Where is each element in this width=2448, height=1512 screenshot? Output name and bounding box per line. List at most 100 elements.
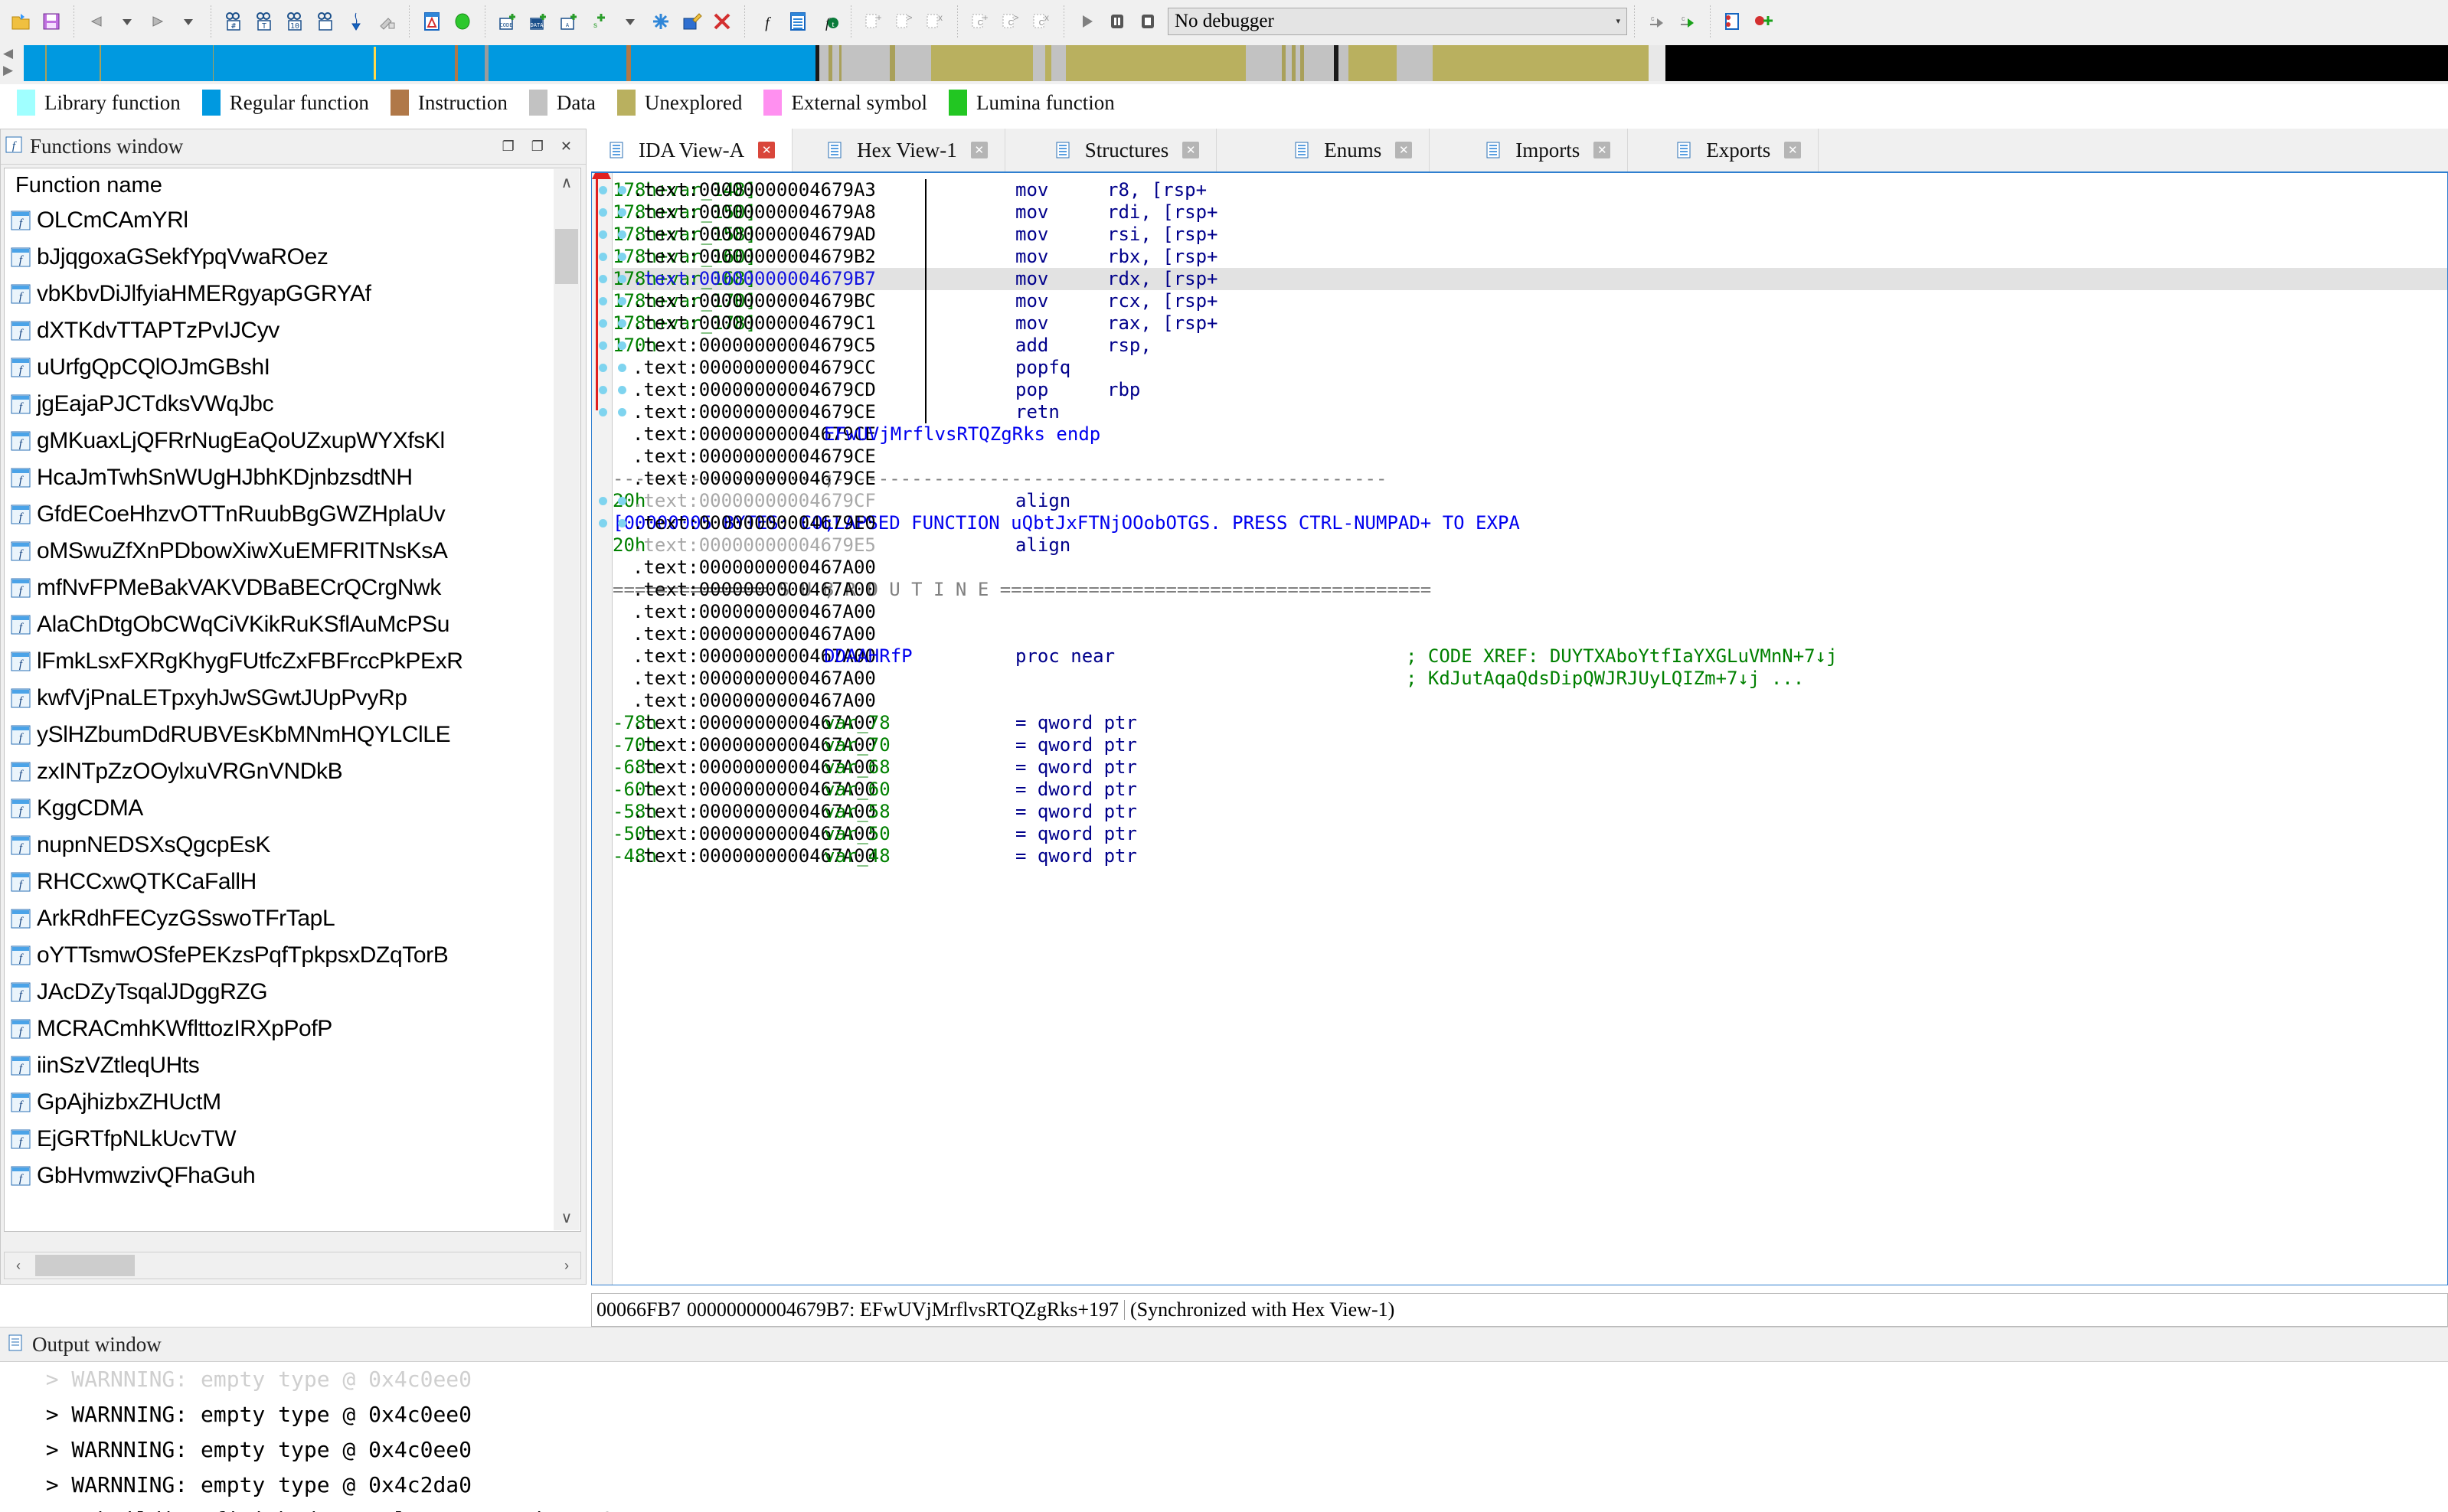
navband-strip[interactable] [21,45,2448,81]
make-struct-icon[interactable]: s [584,6,615,37]
list-item[interactable]: f EjGRTfpNLkUcvTW [5,1121,580,1158]
jump-down-icon[interactable] [341,6,371,37]
scroll-left-icon[interactable]: ‹ [5,1258,32,1274]
delete-icon[interactable] [707,6,737,37]
make-code-icon[interactable]: CODE [492,6,523,37]
output-window-body[interactable]: > WARNNING: empty type @ 0x4c0ee0 > WARN… [0,1362,2448,1512]
add-trace-icon[interactable]: c + [965,6,995,37]
tab-imports[interactable]: Imports ✕ [1430,129,1629,171]
disassembly-line[interactable]: .text:00000000004679A8 mov rdi, [rsp+ 178h+… [613,201,2447,224]
tab-close-icon[interactable]: ✕ [970,142,988,158]
list-item[interactable]: f nupnNEDSXsQgcpEsK [5,827,580,864]
step-into-icon[interactable]: c [1672,6,1703,37]
list-item[interactable]: f gMKuaxLjQFRrNugEaQoUZxupWYXfsKl [5,423,580,459]
list-item[interactable]: f KggCDMA [5,790,580,827]
create-function-icon[interactable] [646,6,676,37]
back-dropdown-icon[interactable] [112,6,142,37]
disassembly-line[interactable]: .text:00000000004679CE EFwUVjMrflvsRTQZgR… [613,423,2447,446]
disassembly-line[interactable]: .text:00000000004679C5 add rsp, 170h [613,335,2447,357]
navigation-band[interactable]: ◀ ▶ [0,42,2448,84]
disassembly-line[interactable]: .text:00000000004679B7 mov rdx, [rsp+ 178h+… [613,268,2447,290]
disassembly-line[interactable]: .text:00000000004679CE [613,446,2447,468]
scroll-up-icon[interactable]: ∧ [554,169,580,195]
disassembly-line[interactable]: .text:00000000004679CC popfq [613,357,2447,379]
disassembly-line[interactable]: .text:0000000000467A00 var_58 = qword ptr … [613,801,2447,823]
restore-icon[interactable]: ❐ [502,139,515,155]
tab-hex-view-1[interactable]: Hex View-1 ✕ [793,129,1005,171]
flirt-icon[interactable]: ft [813,6,844,37]
functions-list-hscrollbar[interactable]: ‹ › [4,1252,581,1279]
forward-dropdown-icon[interactable] [173,6,204,37]
alert-icon[interactable] [417,6,447,37]
list-item[interactable]: f ArkRdhFECyzGSswoTFrTapL [5,900,580,937]
breakpoint-toggle-icon[interactable] [1748,6,1779,37]
pause-icon[interactable] [1102,6,1132,37]
disassembly-line[interactable]: .text:00000000004679C1 mov rax, [rsp+ 178h+… [613,312,2447,335]
run-to-icon[interactable]: > [889,6,920,37]
breakpoint-list-icon[interactable] [1718,6,1748,37]
list-item[interactable]: f lFmkLsxFXRgKhygFUtfcZxFBFrccPkPExR [5,643,580,680]
disassembly-line[interactable]: .text:00000000004679CD pop rbp [613,379,2447,401]
del-trace-icon[interactable]: cx [1026,6,1057,37]
disassembly-line[interactable]: .text:0000000000467A00 var_68 = qword ptr … [613,756,2447,779]
tab-close-icon[interactable]: ✕ [1593,142,1611,158]
open-file-icon[interactable] [5,6,36,37]
close-icon[interactable]: ✕ [561,139,572,155]
maximize-icon[interactable]: ❐ [531,139,544,155]
disassembly-line[interactable]: .text:0000000000467A00 var_50 = qword ptr … [613,823,2447,845]
disassembly-line[interactable]: .text:00000000004679AD mov rsi, [rsp+ 178h+… [613,224,2447,246]
list-item[interactable]: f oMSwuZfXnPDbowXiwXuEMFRITNsKsA [5,533,580,570]
disassembly-line[interactable]: .text:0000000000467A00 [613,623,2447,645]
disassembly-line[interactable]: .text:00000000004679BC mov rcx, [rsp+ 178h+… [613,290,2447,312]
disassembly-line[interactable]: .text:00000000004679CF align 20h [613,490,2447,512]
scroll-right-icon[interactable]: › [553,1258,580,1274]
navband-right-arrow[interactable]: ▶ [3,62,20,79]
list-item[interactable]: f AlaChDtgObCWqCiVKikRuKSflAuMcPSu [5,606,580,643]
list-item[interactable]: f vbKbvDiJlfyiaHMERgyapGGRYAf [5,276,580,312]
disassembly-line[interactable]: .text:0000000000467A00 var_60 = dword ptr … [613,779,2447,801]
list-item[interactable]: f bJjqgoxaGSekfYpqVwaROez [5,239,580,276]
stop-icon[interactable] [1132,6,1163,37]
del-bpt-icon[interactable]: x [920,6,950,37]
vscroll-thumb[interactable] [555,229,578,284]
tab-close-icon[interactable]: ✕ [1395,142,1413,158]
functions-window-controls[interactable]: ❐ ❐ ✕ [502,139,581,155]
view-tabbar[interactable]: IDA View-A ✕ Hex View-1 ✕ Structures ✕ Enums ✕ I… [591,129,2448,171]
functions-list[interactable]: f OLCmCAmYRl f bJjqgoxaGSekfYpqVwaROez f vbKb… [5,202,580,1194]
disassembly-view[interactable]: .text:00000000004679A3 mov r8, [rsp+ 178h+v… [591,171,2448,1285]
list-item[interactable]: f jgEajaPJCTdksVWqJbc [5,386,580,423]
tab-close-icon[interactable]: ✕ [1784,142,1802,158]
list-item[interactable]: f MCRACmhKWflttozIRXpPofP [5,1011,580,1047]
search-binary-icon[interactable]: 10 [279,6,310,37]
list-item[interactable]: f JAcDZyTsqalJDggRZG [5,974,580,1011]
function-icon[interactable]: f [752,6,783,37]
edit-function-icon[interactable] [676,6,707,37]
disassembly-line[interactable]: .text:00000000004679A3 mov r8, [rsp+ 178h+v… [613,179,2447,201]
tab-structures[interactable]: Structures ✕ [1005,129,1217,171]
list-item[interactable]: f mfNvFPMeBakVAKVDBaBECrQCrgNwk [5,570,580,606]
list-item[interactable]: f GpAjhizbxZHUctM [5,1084,580,1121]
disassembly-line[interactable]: .text:00000000004679CE; ----------------… [613,468,2447,490]
functions-list-header[interactable]: Function name [5,168,580,202]
add-bpt-icon[interactable]: + [858,6,889,37]
disassembly-line[interactable]: .text:0000000000467A00; ============== S… [613,579,2447,601]
disassembly-lines[interactable]: .text:00000000004679A3 mov r8, [rsp+ 178h+v… [613,173,2447,1285]
list-item[interactable]: f kwfVjPnaLETpxyhJwSGwtJUpPvyRp [5,680,580,717]
list-item[interactable]: f iinSzVZtleqUHts [5,1047,580,1084]
disassembly-line[interactable]: .text:00000000004679CE retn [613,401,2447,423]
forward-arrow-icon[interactable] [142,6,173,37]
list-icon[interactable] [783,6,813,37]
disassembly-line[interactable]: .text:0000000000467A00 [613,690,2447,712]
tab-ida-view-a[interactable]: IDA View-A ✕ [591,129,793,171]
search-hash-icon[interactable]: # [218,6,249,37]
debugger-select[interactable]: No debugger ▾ [1168,7,1627,35]
back-arrow-icon[interactable] [81,6,112,37]
disassembly-line[interactable]: .text:0000000000467A00 DDAAHRfP proc near;… [613,645,2447,668]
list-item[interactable]: f HcaJmTwhSnWUgHJbhKDjnbzsdtNH [5,459,580,496]
column-header-function-name[interactable]: Function name [15,173,162,198]
step-over-icon[interactable]: c [1642,6,1672,37]
scroll-down-icon[interactable]: ∨ [554,1204,580,1230]
chevron-down-icon[interactable]: ▾ [1616,16,1620,26]
functions-list-vscrollbar[interactable]: ∧ ∨ [554,169,580,1230]
list-item[interactable]: f zxINTpZzOOylxuVRGnVNDkB [5,753,580,790]
